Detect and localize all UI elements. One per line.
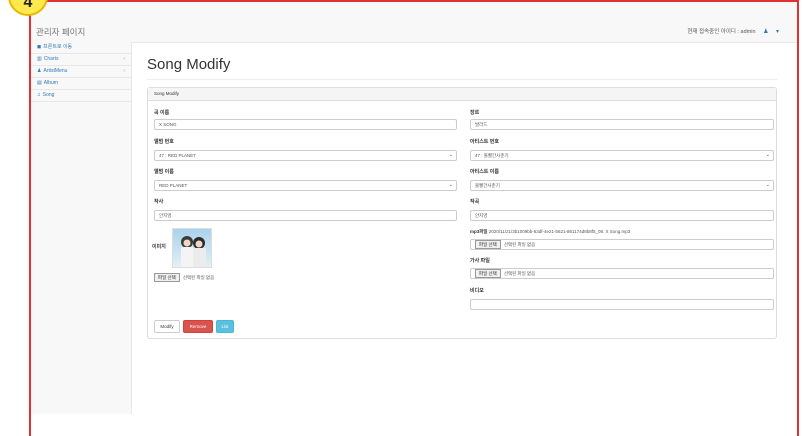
chevron-down-icon: ⌄ <box>448 182 453 188</box>
app-window: 관리자 페이지 현재 접속중인 아이디 : admin ♟ ▾ ◼ 프론트로 이동… <box>29 0 799 436</box>
mp3-file-info: mp3파일 2020/11/21/3b1009bb-63df-4e21-b621… <box>470 229 630 235</box>
song-name-input[interactable]: X SONG <box>154 119 457 130</box>
sidebar-item-label: Song <box>42 92 55 98</box>
composer-input[interactable]: 안지영 <box>470 210 774 221</box>
chevron-left-icon: ‹ <box>123 56 125 62</box>
music-icon: ♫ <box>37 92 41 98</box>
title-divider <box>147 79 777 80</box>
album-name-selected: RED PLANET <box>159 183 188 188</box>
sidebar: ◼ 프론트로 이동 ▥ Charts ‹ ♟ ArtistMenu ‹ ▤ Album … <box>31 42 132 414</box>
mp3-file-label: mp3파일 <box>470 229 488 234</box>
chart-icon: ▥ <box>37 56 42 62</box>
chevron-down-icon: ⌄ <box>448 152 453 158</box>
page-title: Song Modify <box>147 56 231 73</box>
sidebar-item-album[interactable]: ▤ Album <box>31 78 131 90</box>
album-no-selected: 47 : RED PLANET <box>159 153 197 158</box>
lyricist-input[interactable]: 안지영 <box>154 210 457 221</box>
video-input[interactable] <box>470 299 774 310</box>
lyricist-label: 작사 <box>154 199 164 205</box>
artist-no-selected: 47 : 볼빨간사춘기 <box>475 153 509 158</box>
image-file-button[interactable]: 파일 선택 <box>154 273 180 282</box>
sidebar-item-label: Album <box>43 80 58 86</box>
lyrics-file-status: 선택된 파일 없음 <box>503 271 536 276</box>
image-label: 이미지 <box>152 244 166 250</box>
home-icon: ◼ <box>37 44 42 50</box>
top-navbar: 관리자 페이지 현재 접속중인 아이디 : admin ♟ ▾ <box>31 2 797 43</box>
composer-label: 작곡 <box>470 199 480 205</box>
artist-name-select[interactable]: 볼빨간사춘기 ⌄ <box>470 180 774 191</box>
brand-title[interactable]: 관리자 페이지 <box>36 26 85 38</box>
artist-no-select[interactable]: 47 : 볼빨간사춘기 ⌄ <box>470 150 774 161</box>
mp3-file-picker[interactable]: 파일 선택 선택된 파일 없음 <box>470 239 774 250</box>
album-no-select[interactable]: 47 : RED PLANET ⌄ <box>154 150 457 161</box>
mp3-file-status: 선택된 파일 없음 <box>503 242 536 247</box>
lyrics-file-label: 가사 파일 <box>470 258 490 264</box>
lyrics-file-picker[interactable]: 파일 선택 선택된 파일 없음 <box>470 268 774 279</box>
sidebar-item-front[interactable]: ◼ 프론트로 이동 <box>31 42 131 54</box>
sidebar-item-label: 프론트로 이동 <box>43 44 73 50</box>
current-user-info[interactable]: 현재 접속중인 아이디 : admin ♟ ▾ <box>687 27 779 35</box>
user-icon: ♟ <box>37 68 42 74</box>
genre-label: 장르 <box>470 110 480 116</box>
sidebar-item-artistmenu[interactable]: ♟ ArtistMenu ‹ <box>31 66 131 78</box>
artist-name-selected: 볼빨간사춘기 <box>475 183 500 188</box>
artist-name-label: 아티스트 이름 <box>470 169 499 175</box>
sidebar-item-label: ArtistMenu <box>43 68 68 74</box>
remove-button[interactable]: Remove <box>183 320 213 333</box>
chevron-down-icon: ⌄ <box>765 152 770 158</box>
panel-heading: Song Modify <box>148 88 776 101</box>
chevron-down-icon[interactable]: ▾ <box>776 29 779 35</box>
mp3-file-path: 2020/11/21/3b1009bb-63df-4e21-b621-86117… <box>488 229 631 234</box>
lyrics-file-button[interactable]: 파일 선택 <box>475 269 501 278</box>
current-user-label: 현재 접속중인 아이디 : admin <box>687 29 756 35</box>
song-name-label: 곡 이름 <box>154 110 170 116</box>
song-modify-panel: Song Modify 곡 이름 X SONG 앨범 번호 47 : RED P… <box>147 87 777 339</box>
book-icon: ▤ <box>37 80 42 86</box>
album-cover-image <box>172 228 212 268</box>
chevron-left-icon: ‹ <box>123 68 125 74</box>
album-name-select[interactable]: RED PLANET ⌄ <box>154 180 457 191</box>
artist-no-label: 아티스트 번호 <box>470 139 499 145</box>
album-cover-graphic <box>173 229 211 267</box>
mp3-file-button[interactable]: 파일 선택 <box>475 240 501 249</box>
image-file-picker[interactable]: 파일 선택 선택된 파일 없음 <box>154 273 457 284</box>
list-button[interactable]: List <box>216 320 234 333</box>
modify-button[interactable]: Modify <box>154 320 180 333</box>
genre-input[interactable]: 발라드 <box>470 119 774 130</box>
album-no-label: 앨범 번호 <box>154 139 174 145</box>
chevron-down-icon: ⌄ <box>765 182 770 188</box>
sidebar-item-song[interactable]: ♫ Song <box>31 90 131 102</box>
sidebar-item-label: Charts <box>43 56 59 62</box>
sidebar-item-charts[interactable]: ▥ Charts ‹ <box>31 54 131 66</box>
album-name-label: 앨범 이름 <box>154 169 174 175</box>
image-file-status: 선택된 파일 없음 <box>182 275 215 280</box>
user-icon[interactable]: ♟ <box>763 29 768 35</box>
video-label: 비디오 <box>470 288 484 294</box>
